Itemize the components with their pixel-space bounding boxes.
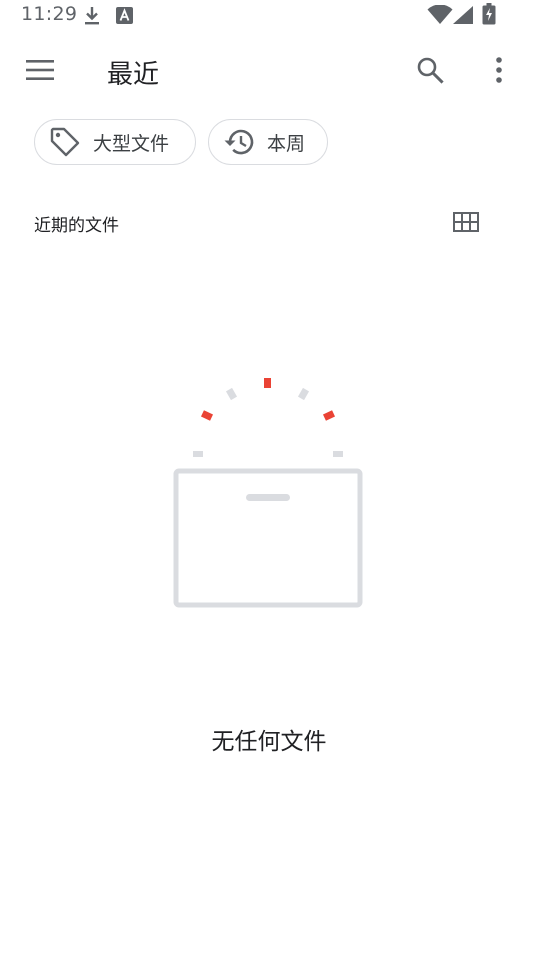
history-icon [224, 129, 254, 155]
battery-charging-icon [482, 3, 496, 25]
search-icon [417, 57, 444, 84]
signal-icon [453, 6, 473, 24]
chip-label: 本周 [267, 132, 306, 155]
status-time: 11:29 [21, 3, 78, 25]
a-icon [116, 7, 133, 24]
chip-large-files[interactable]: 大型文件 [34, 119, 196, 165]
page-title: 最近 [107, 60, 160, 90]
section-label: 近期的文件 [34, 216, 119, 236]
empty-state-message: 无任何文件 [211, 729, 327, 755]
label-tag-icon [50, 127, 80, 157]
app-bar: 最近 [0, 30, 538, 112]
grid-view-button[interactable] [442, 198, 490, 246]
grid-view-icon [453, 212, 479, 232]
wifi-icon [427, 5, 453, 24]
empty-box-illustration [173, 378, 363, 608]
more-options-button[interactable] [475, 46, 523, 94]
menu-button[interactable] [16, 46, 64, 94]
search-button[interactable] [406, 46, 454, 94]
status-bar: 11:29 [0, 0, 538, 30]
more-vert-icon [496, 57, 502, 83]
chip-label: 大型文件 [93, 132, 170, 155]
download-icon [85, 7, 99, 25]
menu-icon [26, 60, 54, 80]
chip-this-week[interactable]: 本周 [208, 119, 328, 165]
